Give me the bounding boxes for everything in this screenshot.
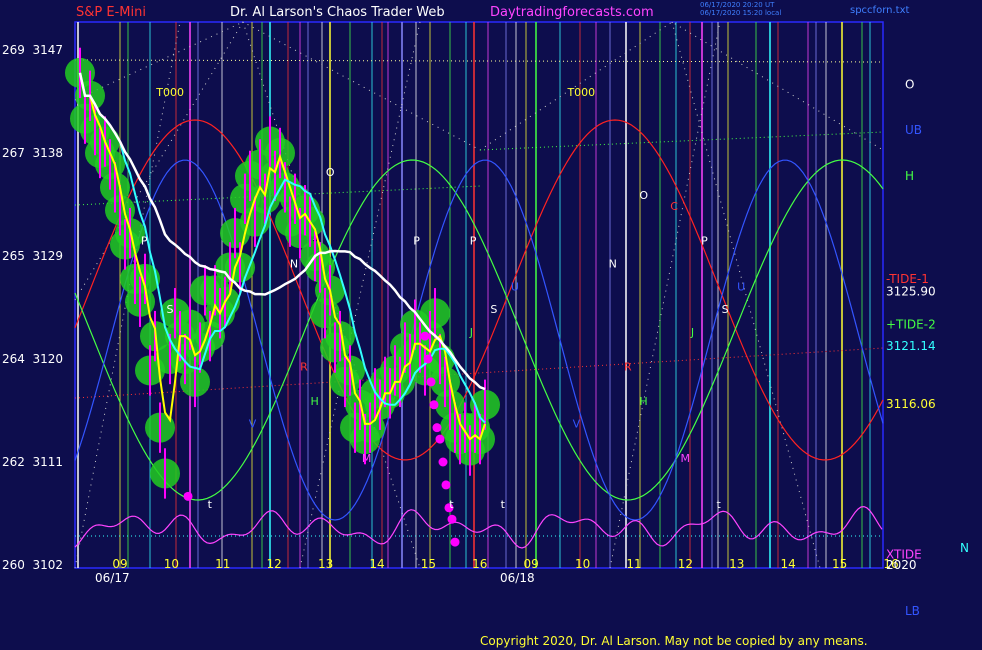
x-tick-label: 15 [421, 557, 436, 571]
x-tick-label: 11 [215, 557, 230, 571]
chart-mark: M [362, 452, 372, 465]
chart-window: 3147 269 3138 267 3129 265 3120 264 3111 262 3102 2… [0, 0, 982, 650]
chart-mark: O [326, 166, 335, 179]
y-tick-label-alt: 264 [2, 352, 25, 366]
chart-mark: P [413, 235, 420, 248]
chart-mark: P [701, 235, 708, 248]
forecast-dot [423, 354, 433, 364]
level-line [479, 131, 884, 151]
y-tick-label-alt: 260 [2, 558, 25, 572]
y-tick-label-alt: 262 [2, 455, 25, 469]
right-label: LB [905, 604, 920, 618]
forecast-dot [429, 400, 439, 410]
forecast-dot [183, 491, 193, 501]
x-tick-label: 09 [112, 557, 127, 571]
forecast-dot [420, 331, 430, 341]
right-label: 3116.06 [886, 397, 936, 411]
xtide-curve [74, 505, 883, 549]
chart-mark: M [681, 452, 691, 465]
y-tick-label: 3120 [32, 352, 63, 366]
forecast-dot [432, 423, 442, 433]
right-label: N [960, 541, 969, 555]
chart-mark: P [470, 235, 477, 248]
chart-mark: T000 [566, 86, 595, 99]
date-label: 06/18 [500, 571, 535, 585]
x-tick-label: 16 [472, 557, 487, 571]
chart-mark: S [490, 303, 497, 316]
x-tick-label: 15 [832, 557, 847, 571]
right-label: 3125.90 [886, 284, 936, 298]
symbol-title: S&P E-Mini [76, 5, 146, 20]
chart-mark: P [141, 235, 148, 248]
forecast-dot [438, 457, 448, 467]
x-tick-label: 13 [729, 557, 744, 571]
y-tick-label: 3102 [32, 558, 63, 572]
y-tick-label-alt: 269 [2, 43, 25, 57]
forecast-dot [450, 537, 460, 547]
chart-mark: N [290, 257, 298, 270]
x-tick-label: 11 [626, 557, 641, 571]
chart-mark: t [449, 498, 454, 511]
chart-mark: C [670, 200, 678, 213]
right-label: O [905, 77, 914, 91]
chart-mark: N [609, 257, 617, 270]
right-label: H [905, 169, 914, 183]
update-time-ut: 06/17/2020 20:20 UT [700, 1, 775, 9]
x-tick-label: 12 [678, 557, 693, 571]
chart-mark: V [573, 418, 581, 431]
chart-mark: t [208, 498, 213, 511]
x-tick-label: 12 [267, 557, 282, 571]
x-tick-label: 09 [524, 557, 539, 571]
y-tick-label-alt: 265 [2, 249, 25, 263]
right-label: 3121.14 [886, 339, 936, 353]
chart-mark: J [469, 326, 473, 339]
chart-mark: H [310, 395, 318, 408]
y-tick-label: 3147 [32, 43, 63, 57]
y-tick-label: 3111 [32, 455, 63, 469]
forecast-dot [441, 480, 451, 490]
date-label: 06/17 [95, 571, 130, 585]
chart-mark: H [639, 395, 647, 408]
right-label: 2020 [886, 558, 917, 572]
planet-line [671, 21, 821, 569]
update-time-local: 06/17/2020 15:20 local [700, 9, 782, 17]
price-chart: 3147 269 3138 267 3129 265 3120 264 3111 262 3102 2… [2, 21, 969, 618]
planet-line [479, 21, 884, 151]
chart-mark: R [624, 360, 632, 373]
chart-mark: t [717, 498, 722, 511]
chart-mark: J [690, 326, 694, 339]
y-tick-label: 3129 [32, 249, 63, 263]
right-label: +TIDE-2 [886, 318, 936, 332]
chart-mark: R [300, 360, 308, 373]
forecast-dot [426, 377, 436, 387]
chart-mark: U [511, 280, 519, 293]
chart-mark: O [639, 189, 648, 202]
chart-mark: U [737, 280, 745, 293]
x-tick-label: 14 [781, 557, 796, 571]
level-line [74, 59, 884, 63]
data-file-name: spccforn.txt [850, 5, 910, 16]
chart-mark: S [167, 303, 174, 316]
x-tick-label: 10 [164, 557, 179, 571]
right-label: UB [905, 123, 922, 137]
copyright-notice: Copyright 2020, Dr. Al Larson. May not b… [480, 634, 868, 648]
site-link[interactable]: Daytradingforecasts.com [490, 5, 654, 20]
x-tick-label: 13 [318, 557, 333, 571]
chart-title: Dr. Al Larson's Chaos Trader Web [230, 5, 445, 20]
forecast-dot [435, 434, 445, 444]
x-tick-label: 14 [369, 557, 384, 571]
y-tick-label: 3138 [32, 146, 63, 160]
chart-mark: t [501, 498, 506, 511]
x-tick-label: 10 [575, 557, 590, 571]
chart-mark: V [249, 418, 257, 431]
chart-mark: T000 [155, 86, 184, 99]
chart-mark: S [722, 303, 729, 316]
y-tick-label-alt: 267 [2, 146, 25, 160]
forecast-dot [447, 514, 457, 524]
